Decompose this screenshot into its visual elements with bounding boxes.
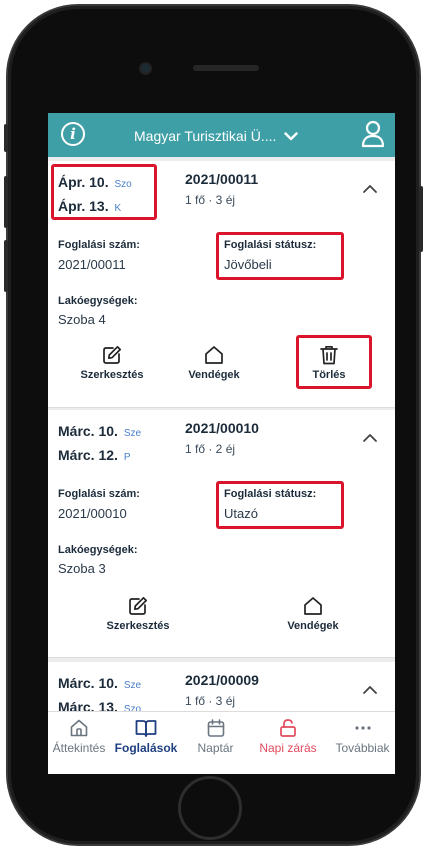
end-date: Márc. 12. P xyxy=(58,447,131,463)
nav-label: Továbbiak xyxy=(335,741,390,755)
guest-night-summary: 1 fő · 3 éj xyxy=(185,694,236,708)
reservation-card: Ápr. 10. Szo Ápr. 13. K 2021/00011 1 fő … xyxy=(48,161,395,408)
house-icon xyxy=(304,597,322,615)
units-label: Lakóegységek: xyxy=(58,544,138,556)
end-date: Ápr. 13. K xyxy=(58,198,122,214)
chevron-down-icon xyxy=(284,131,299,140)
info-icon[interactable]: i xyxy=(61,122,85,146)
reservation-number: 2021/00009 xyxy=(185,672,259,688)
res-status-label: Foglalási státusz: xyxy=(224,239,317,251)
nav-label: Áttekintés xyxy=(52,741,106,755)
phone-frame: i Magyar Turisztikai Ü.... Ápr. 10. Szo xyxy=(4,6,423,844)
reservation-number: 2021/00011 xyxy=(185,171,259,187)
res-status-label: Foglalási státusz: xyxy=(224,488,317,500)
book-icon xyxy=(135,720,157,737)
res-number-label: Foglalási szám: xyxy=(58,239,140,251)
nav-item-calendar[interactable]: Naptár xyxy=(188,718,243,755)
guest-night-summary: 1 fő · 3 éj xyxy=(185,193,236,207)
guests-button[interactable]: Vendégek xyxy=(278,596,348,632)
res-status-value: Jövőbeli xyxy=(224,257,272,272)
user-icon[interactable] xyxy=(360,119,386,149)
silent-switch xyxy=(4,124,8,152)
start-date: Ápr. 10. Szo xyxy=(58,174,132,190)
more-icon xyxy=(354,726,371,730)
calendar-icon xyxy=(207,719,224,737)
nav-label: Napi zárás xyxy=(259,741,317,755)
nav-item-more[interactable]: Továbbiak xyxy=(330,718,395,755)
nav-label: Naptár xyxy=(197,741,234,755)
res-number-label: Foglalási szám: xyxy=(58,488,140,500)
edit-button[interactable]: Szerkesztés xyxy=(98,596,178,632)
edit-icon xyxy=(103,345,122,364)
home-button[interactable] xyxy=(178,776,242,840)
earpiece-speaker xyxy=(193,65,259,71)
volume-up-button xyxy=(4,176,8,228)
start-date: Márc. 10. Sze xyxy=(58,423,142,439)
guest-night-summary: 1 fő · 2 éj xyxy=(185,442,236,456)
edit-label: Szerkesztés xyxy=(80,369,144,381)
power-button xyxy=(419,186,423,252)
res-number-value: 2021/00011 xyxy=(58,257,126,272)
reservation-number: 2021/00010 xyxy=(185,420,259,436)
nav-item-reservations[interactable]: Foglalások xyxy=(111,718,181,755)
edit-label: Szerkesztés xyxy=(106,620,170,632)
edit-button[interactable]: Szerkesztés xyxy=(72,345,152,381)
reservation-card: Márc. 10. Sze Márc. 12. P 2021/00010 1 f… xyxy=(48,410,395,658)
date-range: Ápr. 10. Szo Ápr. 13. K xyxy=(58,171,132,219)
volume-down-button xyxy=(4,240,8,292)
res-number-value: 2021/00010 xyxy=(58,506,127,521)
home-icon xyxy=(70,719,88,737)
units-value: Szoba 3 xyxy=(58,561,106,576)
guests-label: Vendégek xyxy=(287,620,339,632)
house-icon xyxy=(205,346,223,364)
chevron-up-icon[interactable] xyxy=(362,432,378,444)
delete-label: Törlés xyxy=(312,369,346,381)
organization-name: Magyar Turisztikai Ü.... xyxy=(134,128,277,144)
start-date: Márc. 10. Sze xyxy=(58,675,142,691)
chevron-up-icon[interactable] xyxy=(362,183,378,195)
guests-label: Vendégek xyxy=(188,369,240,381)
edit-icon xyxy=(129,596,148,615)
chevron-up-icon[interactable] xyxy=(362,684,378,696)
delete-button[interactable]: Törlés xyxy=(299,345,359,381)
app-header: i Magyar Turisztikai Ü.... xyxy=(48,113,395,157)
unlock-icon xyxy=(280,719,296,737)
bottom-navigation: Áttekintés Foglalások Naptár Napi zárás … xyxy=(48,711,395,774)
nav-item-daily-close[interactable]: Napi zárás xyxy=(248,718,328,755)
guests-button[interactable]: Vendégek xyxy=(179,345,249,381)
nav-item-overview[interactable]: Áttekintés xyxy=(48,718,110,755)
front-camera xyxy=(141,64,150,73)
units-value: Szoba 4 xyxy=(58,312,106,327)
trash-icon xyxy=(320,345,338,365)
app-screen: i Magyar Turisztikai Ü.... Ápr. 10. Szo xyxy=(48,113,395,774)
units-label: Lakóegységek: xyxy=(58,295,138,307)
nav-label: Foglalások xyxy=(114,741,178,755)
date-range: Márc. 10. Sze Márc. 12. P xyxy=(58,420,141,468)
organization-selector[interactable]: Magyar Turisztikai Ü.... xyxy=(134,126,299,146)
res-status-value: Utazó xyxy=(224,506,258,521)
